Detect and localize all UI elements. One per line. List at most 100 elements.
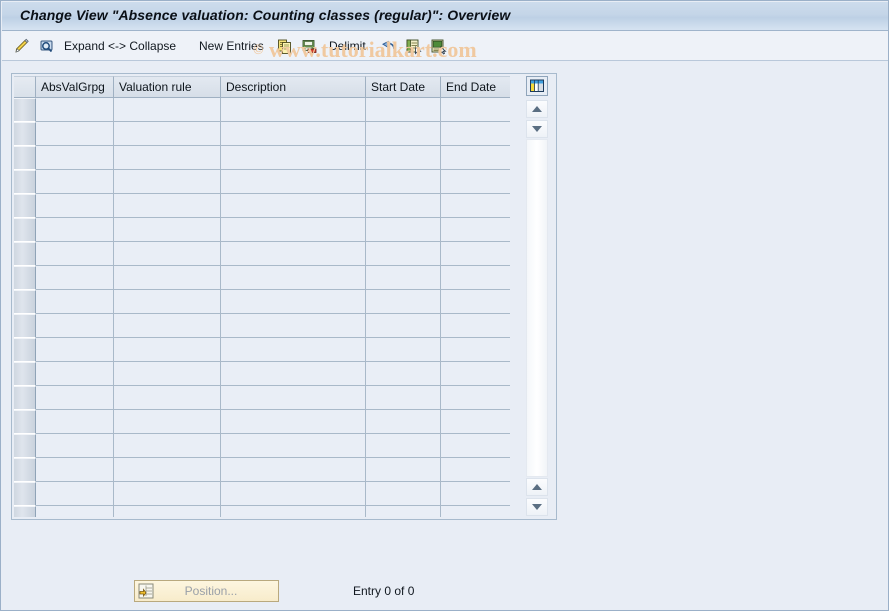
row-select-cell[interactable] bbox=[14, 122, 36, 146]
cell-valuation_rule[interactable] bbox=[114, 338, 221, 362]
cell-end_date[interactable] bbox=[441, 386, 510, 410]
row-select-cell[interactable] bbox=[14, 242, 36, 266]
row-select-cell[interactable] bbox=[14, 170, 36, 194]
table-row[interactable] bbox=[14, 338, 510, 362]
cell-end_date[interactable] bbox=[441, 458, 510, 482]
column-header-valuation-rule[interactable]: Valuation rule bbox=[114, 76, 221, 98]
cell-valuation_rule[interactable] bbox=[114, 434, 221, 458]
cell-end_date[interactable] bbox=[441, 266, 510, 290]
cell-absvalgrpg[interactable] bbox=[36, 98, 114, 122]
cell-valuation_rule[interactable] bbox=[114, 482, 221, 506]
table-row[interactable] bbox=[14, 98, 510, 122]
cell-start_date[interactable] bbox=[366, 146, 441, 170]
row-select-cell[interactable] bbox=[14, 362, 36, 386]
row-select-cell[interactable] bbox=[14, 194, 36, 218]
cell-start_date[interactable] bbox=[366, 458, 441, 482]
cell-absvalgrpg[interactable] bbox=[36, 386, 114, 410]
cell-end_date[interactable] bbox=[441, 482, 510, 506]
table-row[interactable] bbox=[14, 434, 510, 458]
row-select-cell[interactable] bbox=[14, 482, 36, 506]
table-row[interactable] bbox=[14, 314, 510, 338]
cell-end_date[interactable] bbox=[441, 146, 510, 170]
cell-valuation_rule[interactable] bbox=[114, 218, 221, 242]
cell-absvalgrpg[interactable] bbox=[36, 458, 114, 482]
cell-start_date[interactable] bbox=[366, 506, 441, 517]
select-block-button[interactable] bbox=[430, 31, 447, 61]
cell-absvalgrpg[interactable] bbox=[36, 122, 114, 146]
column-header-select-all[interactable] bbox=[14, 76, 36, 98]
cell-end_date[interactable] bbox=[441, 434, 510, 458]
cell-start_date[interactable] bbox=[366, 386, 441, 410]
table-row[interactable] bbox=[14, 242, 510, 266]
table-row[interactable] bbox=[14, 194, 510, 218]
table-row[interactable] bbox=[14, 362, 510, 386]
cell-absvalgrpg[interactable] bbox=[36, 170, 114, 194]
cell-description[interactable] bbox=[221, 266, 366, 290]
column-header-start-date[interactable]: Start Date bbox=[366, 76, 441, 98]
cell-description[interactable] bbox=[221, 218, 366, 242]
cell-description[interactable] bbox=[221, 98, 366, 122]
display-change-button[interactable] bbox=[14, 31, 31, 61]
cell-absvalgrpg[interactable] bbox=[36, 482, 114, 506]
cell-start_date[interactable] bbox=[366, 362, 441, 386]
scroll-down-button-bottom[interactable] bbox=[526, 498, 548, 516]
save-button[interactable] bbox=[301, 31, 318, 61]
cell-description[interactable] bbox=[221, 314, 366, 338]
row-select-cell[interactable] bbox=[14, 314, 36, 338]
cell-start_date[interactable] bbox=[366, 410, 441, 434]
table-row[interactable] bbox=[14, 266, 510, 290]
cell-valuation_rule[interactable] bbox=[114, 290, 221, 314]
cell-absvalgrpg[interactable] bbox=[36, 314, 114, 338]
cell-end_date[interactable] bbox=[441, 98, 510, 122]
select-all-button[interactable] bbox=[405, 31, 422, 61]
cell-start_date[interactable] bbox=[366, 170, 441, 194]
scroll-down-button-top[interactable] bbox=[526, 120, 548, 138]
delimit-button[interactable]: Delimit bbox=[329, 31, 366, 61]
cell-absvalgrpg[interactable] bbox=[36, 266, 114, 290]
cell-absvalgrpg[interactable] bbox=[36, 146, 114, 170]
cell-start_date[interactable] bbox=[366, 98, 441, 122]
cell-end_date[interactable] bbox=[441, 314, 510, 338]
cell-valuation_rule[interactable] bbox=[114, 314, 221, 338]
row-select-cell[interactable] bbox=[14, 506, 36, 517]
column-header-end-date[interactable]: End Date bbox=[441, 76, 510, 98]
cell-end_date[interactable] bbox=[441, 170, 510, 194]
cell-valuation_rule[interactable] bbox=[114, 362, 221, 386]
cell-absvalgrpg[interactable] bbox=[36, 434, 114, 458]
table-row[interactable] bbox=[14, 386, 510, 410]
cell-valuation_rule[interactable] bbox=[114, 170, 221, 194]
table-row[interactable] bbox=[14, 482, 510, 506]
table-row[interactable] bbox=[14, 218, 510, 242]
table-row[interactable] bbox=[14, 458, 510, 482]
cell-valuation_rule[interactable] bbox=[114, 98, 221, 122]
expand-collapse-button[interactable]: Expand <-> Collapse bbox=[64, 31, 176, 61]
row-select-cell[interactable] bbox=[14, 386, 36, 410]
cell-end_date[interactable] bbox=[441, 410, 510, 434]
cell-start_date[interactable] bbox=[366, 218, 441, 242]
cell-start_date[interactable] bbox=[366, 482, 441, 506]
row-select-cell[interactable] bbox=[14, 146, 36, 170]
cell-description[interactable] bbox=[221, 458, 366, 482]
column-header-description[interactable]: Description bbox=[221, 76, 366, 98]
cell-start_date[interactable] bbox=[366, 266, 441, 290]
cell-valuation_rule[interactable] bbox=[114, 458, 221, 482]
position-button[interactable]: Position... bbox=[134, 580, 279, 602]
cell-description[interactable] bbox=[221, 386, 366, 410]
cell-valuation_rule[interactable] bbox=[114, 146, 221, 170]
row-select-cell[interactable] bbox=[14, 434, 36, 458]
table-column-config-button[interactable] bbox=[526, 76, 548, 96]
cell-end_date[interactable] bbox=[441, 218, 510, 242]
cell-description[interactable] bbox=[221, 170, 366, 194]
cell-end_date[interactable] bbox=[441, 122, 510, 146]
cell-valuation_rule[interactable] bbox=[114, 122, 221, 146]
row-select-cell[interactable] bbox=[14, 290, 36, 314]
cell-start_date[interactable] bbox=[366, 290, 441, 314]
table-row[interactable] bbox=[14, 122, 510, 146]
cell-absvalgrpg[interactable] bbox=[36, 506, 114, 517]
row-select-cell[interactable] bbox=[14, 266, 36, 290]
cell-description[interactable] bbox=[221, 338, 366, 362]
cell-absvalgrpg[interactable] bbox=[36, 218, 114, 242]
cell-description[interactable] bbox=[221, 410, 366, 434]
cell-start_date[interactable] bbox=[366, 122, 441, 146]
cell-start_date[interactable] bbox=[366, 338, 441, 362]
